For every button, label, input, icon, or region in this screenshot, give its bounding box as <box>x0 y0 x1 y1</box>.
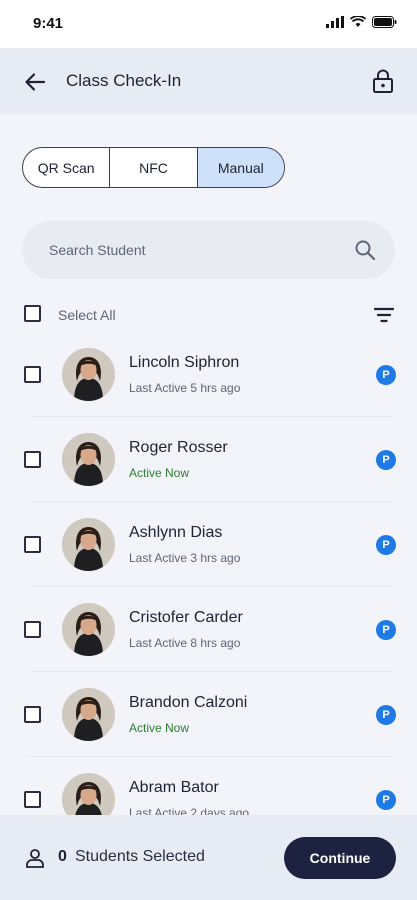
selected-label: Students Selected <box>75 848 205 865</box>
student-name: Roger Rosser <box>129 439 228 456</box>
student-row[interactable]: Lincoln Siphron Last Active 5 hrs ago P <box>0 332 417 417</box>
student-status: Last Active 3 hrs ago <box>129 551 241 565</box>
signal-icon <box>326 16 344 28</box>
wifi-icon <box>350 16 366 27</box>
student-row[interactable]: Ashlynn Dias Last Active 3 hrs ago P <box>0 502 417 587</box>
student-status: Last Active 2 days ago <box>129 806 250 815</box>
student-row[interactable]: Abram Bator Last Active 2 days ago P <box>0 757 417 815</box>
student-checkbox[interactable] <box>24 451 41 468</box>
page-title: Class Check-In <box>66 71 182 90</box>
battery-icon <box>372 16 397 28</box>
student-status: Last Active 8 hrs ago <box>129 636 241 650</box>
selected-count: 0 <box>58 848 67 865</box>
avatar <box>62 518 115 571</box>
student-name: Cristofer Carder <box>129 609 243 626</box>
select-all-label: Select All <box>58 307 116 323</box>
present-badge: P <box>376 535 396 555</box>
tab-manual[interactable]: Manual <box>197 148 284 187</box>
student-name: Lincoln Siphron <box>129 354 240 371</box>
present-badge: P <box>376 365 396 385</box>
avatar <box>62 603 115 656</box>
avatar <box>62 348 115 401</box>
student-name: Ashlynn Dias <box>129 524 223 541</box>
student-checkbox[interactable] <box>24 621 41 638</box>
student-status: Active Now <box>129 721 190 735</box>
person-icon <box>26 849 44 868</box>
tab-nfc[interactable]: NFC <box>110 148 198 187</box>
student-list: Lincoln Siphron Last Active 5 hrs ago P … <box>0 332 417 815</box>
student-status: Active Now <box>129 466 190 480</box>
present-badge: P <box>376 705 396 725</box>
avatar <box>62 773 115 815</box>
search-placeholder: Search Student <box>49 242 146 258</box>
app-header: Class Check-In <box>0 48 417 114</box>
checkin-mode-tabs: QR Scan NFC Manual <box>22 147 285 188</box>
student-checkbox[interactable] <box>24 366 41 383</box>
avatar <box>62 688 115 741</box>
student-name: Abram Bator <box>129 779 219 796</box>
status-time: 9:41 <box>33 15 64 32</box>
search-input[interactable]: Search Student <box>22 221 395 279</box>
filter-icon[interactable] <box>374 306 394 324</box>
present-badge: P <box>376 790 396 810</box>
search-icon[interactable] <box>354 239 376 261</box>
present-badge: P <box>376 620 396 640</box>
tab-qr-scan[interactable]: QR Scan <box>23 148 111 187</box>
student-checkbox[interactable] <box>24 536 41 553</box>
avatar <box>62 433 115 486</box>
student-checkbox[interactable] <box>24 706 41 723</box>
lock-icon[interactable] <box>371 68 395 94</box>
status-bar: 9:41 <box>0 0 417 48</box>
back-arrow-icon[interactable] <box>22 69 48 95</box>
student-row[interactable]: Brandon Calzoni Active Now P <box>0 672 417 757</box>
student-name: Brandon Calzoni <box>129 694 248 711</box>
student-checkbox[interactable] <box>24 791 41 808</box>
select-all-checkbox[interactable] <box>24 305 41 322</box>
bottom-bar: 0 Students Selected Continue <box>0 815 417 900</box>
student-row[interactable]: Roger Rosser Active Now P <box>0 417 417 502</box>
student-row[interactable]: Cristofer Carder Last Active 8 hrs ago P <box>0 587 417 672</box>
student-status: Last Active 5 hrs ago <box>129 381 241 395</box>
system-icons <box>326 16 397 28</box>
continue-button[interactable]: Continue <box>284 837 396 879</box>
present-badge: P <box>376 450 396 470</box>
select-all-row: Select All <box>24 304 394 326</box>
